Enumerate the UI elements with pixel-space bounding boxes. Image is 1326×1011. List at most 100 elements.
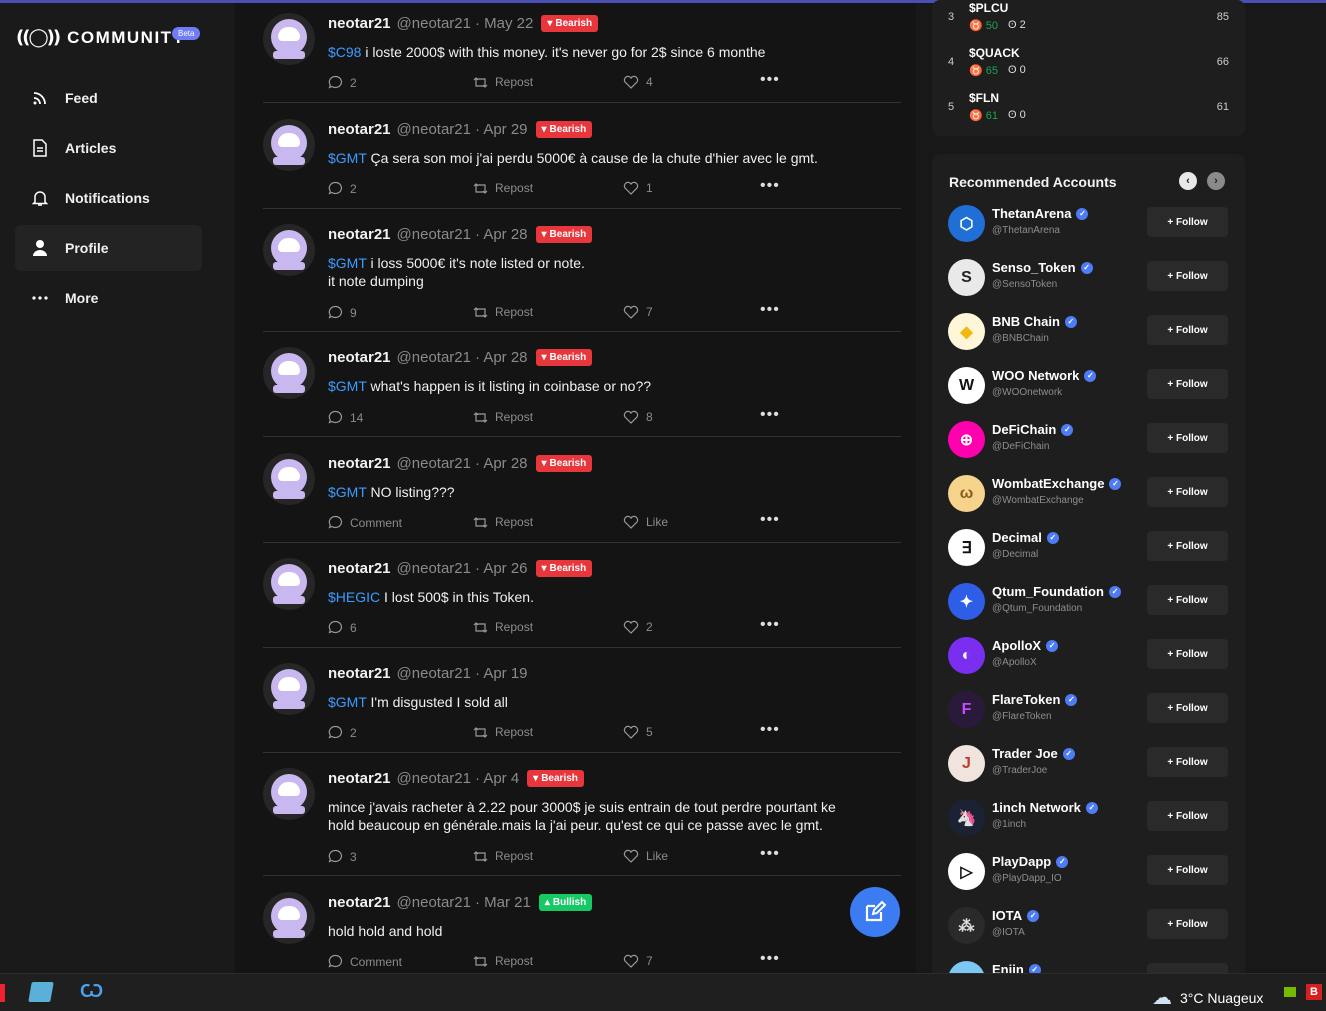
- account-avatar[interactable]: J: [948, 745, 985, 782]
- follow-button[interactable]: + Follow: [1147, 639, 1228, 669]
- follow-button[interactable]: + Follow: [1147, 261, 1228, 291]
- account-avatar[interactable]: ✦: [948, 583, 985, 620]
- repost-button[interactable]: Repost: [473, 954, 533, 968]
- ticker-link[interactable]: $HEGIC: [328, 589, 380, 605]
- account-avatar[interactable]: W: [948, 367, 985, 404]
- account-avatar[interactable]: ⊕: [948, 421, 985, 458]
- post[interactable]: neotar21 @neotar21 · Apr 19 $GMT I'm dis…: [263, 653, 901, 753]
- ticker-link[interactable]: $GMT: [328, 150, 367, 166]
- account-item[interactable]: ω WombatExchange ✓ @WombatExchange + Foll…: [948, 472, 1232, 514]
- account-item[interactable]: ⊕ DeFiChain ✓ @DeFiChain + Follow: [948, 418, 1232, 460]
- prev-arrow-icon[interactable]: ‹: [1179, 172, 1197, 190]
- rank-row[interactable]: 4 $QUACK ♉ 65 ʘ 0 66: [932, 45, 1245, 89]
- account-name[interactable]: ApolloX: [992, 638, 1041, 653]
- account-avatar[interactable]: ◆: [948, 313, 985, 350]
- more-options-icon[interactable]: •••: [760, 617, 780, 633]
- more-options-icon[interactable]: •••: [760, 72, 780, 88]
- comment-button[interactable]: 6: [328, 620, 357, 635]
- more-options-icon[interactable]: •••: [760, 951, 780, 967]
- account-avatar[interactable]: ◐: [948, 637, 985, 674]
- account-item[interactable]: 🦄 1inch Network ✓ @1inch + Follow: [948, 796, 1232, 838]
- like-button[interactable]: 7: [623, 954, 653, 968]
- post[interactable]: neotar21 @neotar21 · Mar 21 ▴ Bullish hol…: [263, 882, 901, 973]
- account-avatar[interactable]: S: [948, 259, 985, 296]
- account-name[interactable]: 1inch Network: [992, 800, 1081, 815]
- avatar[interactable]: [263, 224, 315, 276]
- app-w-icon[interactable]: Ѡ: [80, 981, 103, 1002]
- avatar[interactable]: [263, 347, 315, 399]
- account-avatar[interactable]: ∃: [948, 529, 985, 566]
- comment-button[interactable]: Comment: [328, 954, 402, 969]
- follow-button[interactable]: + Follow: [1147, 747, 1228, 777]
- rank-row[interactable]: 5 $FLN ♉ 61 ʘ 0 61: [932, 90, 1245, 134]
- account-name[interactable]: WombatExchange: [992, 476, 1104, 491]
- compose-button[interactable]: [850, 887, 900, 937]
- post-username[interactable]: neotar21: [328, 665, 391, 682]
- account-avatar[interactable]: 🦄: [948, 799, 985, 836]
- account-item[interactable]: ⁂ IOTA ✓ @IOTA + Follow: [948, 904, 1232, 946]
- account-item[interactable]: ◆ BNB Chain ✓ @BNBChain + Follow: [948, 310, 1232, 352]
- avatar[interactable]: [263, 663, 315, 715]
- post-username[interactable]: neotar21: [328, 770, 391, 787]
- ticker-link[interactable]: $C98: [328, 44, 361, 60]
- like-button[interactable]: Like: [623, 849, 668, 863]
- repost-button[interactable]: Repost: [473, 515, 533, 529]
- like-button[interactable]: 1: [623, 181, 653, 195]
- account-avatar[interactable]: ⁂: [948, 907, 985, 944]
- post[interactable]: neotar21 @neotar21 · Apr 4 ▾ Bearish minc…: [263, 758, 901, 876]
- comment-button[interactable]: 2: [328, 75, 357, 90]
- follow-button[interactable]: + Follow: [1147, 909, 1228, 939]
- post-username[interactable]: neotar21: [328, 349, 391, 366]
- more-options-icon[interactable]: •••: [760, 846, 780, 862]
- follow-button[interactable]: + Follow: [1147, 855, 1228, 885]
- post[interactable]: neotar21 @neotar21 · Apr 28 ▾ Bearish $GM…: [263, 214, 901, 332]
- comment-button[interactable]: 14: [328, 410, 363, 425]
- like-button[interactable]: 5: [623, 725, 653, 739]
- repost-button[interactable]: Repost: [473, 181, 533, 195]
- weather-widget[interactable]: ☁ 3°C Nuageux: [1152, 985, 1263, 1010]
- follow-button[interactable]: + Follow: [1147, 693, 1228, 723]
- comment-button[interactable]: Comment: [328, 515, 402, 530]
- post-username[interactable]: neotar21: [328, 121, 391, 138]
- account-avatar[interactable]: ⬡: [948, 205, 985, 242]
- rank-symbol[interactable]: $PLCU: [969, 1, 1008, 15]
- account-avatar[interactable]: ω: [948, 475, 985, 512]
- like-button[interactable]: Like: [623, 515, 668, 529]
- comment-button[interactable]: 2: [328, 725, 357, 740]
- avatar[interactable]: [263, 558, 315, 610]
- next-arrow-icon[interactable]: ›: [1207, 172, 1225, 190]
- follow-button[interactable]: + Follow: [1147, 585, 1228, 615]
- avatar[interactable]: [263, 13, 315, 65]
- follow-button[interactable]: + Follow: [1147, 477, 1228, 507]
- like-button[interactable]: 7: [623, 305, 653, 319]
- post[interactable]: neotar21 @neotar21 · Apr 26 ▾ Bearish $HE…: [263, 548, 901, 648]
- taskbar-app-icon[interactable]: [0, 984, 5, 1002]
- repost-button[interactable]: Repost: [473, 75, 533, 89]
- account-item[interactable]: J Trader Joe ✓ @TraderJoe + Follow: [948, 742, 1232, 784]
- post-username[interactable]: neotar21: [328, 226, 391, 243]
- sidebar-item-profile[interactable]: Profile: [15, 225, 202, 271]
- nvidia-tray-icon[interactable]: [1284, 987, 1296, 997]
- like-button[interactable]: 4: [623, 75, 653, 89]
- account-name[interactable]: WOO Network: [992, 368, 1079, 383]
- account-item[interactable]: ◐ ApolloX ✓ @ApolloX + Follow: [948, 634, 1232, 676]
- account-item[interactable]: W WOO Network ✓ @WOOnetwork + Follow: [948, 364, 1232, 406]
- account-name[interactable]: FlareToken: [992, 692, 1060, 707]
- notepad-app-icon[interactable]: [28, 982, 54, 1002]
- repost-button[interactable]: Repost: [473, 725, 533, 739]
- account-name[interactable]: IOTA: [992, 908, 1022, 923]
- more-options-icon[interactable]: •••: [760, 407, 780, 423]
- rank-symbol[interactable]: $QUACK: [969, 46, 1020, 60]
- sidebar-item-feed[interactable]: Feed: [15, 75, 202, 121]
- like-button[interactable]: 8: [623, 410, 653, 424]
- account-item[interactable]: F FlareToken ✓ @FlareToken + Follow: [948, 688, 1232, 730]
- comment-button[interactable]: 2: [328, 181, 357, 196]
- more-options-icon[interactable]: •••: [760, 512, 780, 528]
- account-name[interactable]: Decimal: [992, 530, 1042, 545]
- account-name[interactable]: DeFiChain: [992, 422, 1056, 437]
- repost-button[interactable]: Repost: [473, 305, 533, 319]
- account-item[interactable]: ▷ PlayDapp ✓ @PlayDapp_IO + Follow: [948, 850, 1232, 892]
- more-options-icon[interactable]: •••: [760, 302, 780, 318]
- follow-button[interactable]: + Follow: [1147, 531, 1228, 561]
- repost-button[interactable]: Repost: [473, 620, 533, 634]
